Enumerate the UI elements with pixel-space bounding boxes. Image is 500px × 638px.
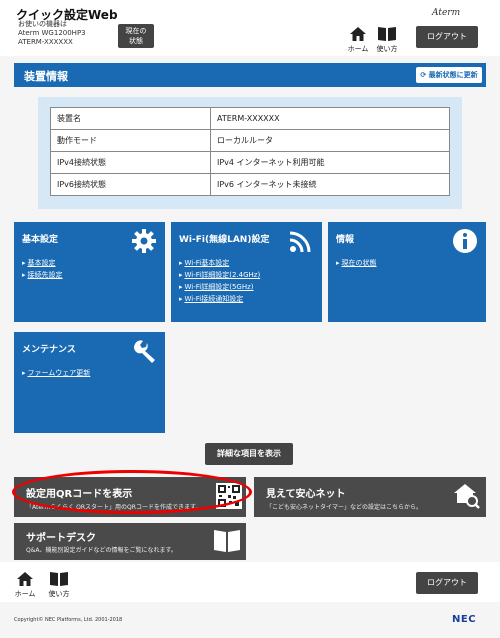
link-firmware-update[interactable]: ファームウェア更新: [22, 367, 91, 379]
link-basic-settings[interactable]: 基本設定: [22, 257, 63, 269]
aterm-logo: Aterm: [432, 8, 461, 18]
device-info-panel: 装置名 ATERM-XXXXXX 動作モード ローカルルータ IPv4接続状態 IPv…: [38, 97, 462, 209]
tile-info: 情報 現在の状態: [328, 222, 486, 322]
tile-title: 基本設定: [22, 235, 59, 245]
link-wifi-24ghz[interactable]: Wi-Fi詳細設定(2.4GHz): [179, 269, 261, 281]
info-key: IPv6接続状態: [50, 173, 211, 196]
refresh-icon: ⟳: [420, 71, 427, 79]
help-label: 使い方: [48, 590, 70, 598]
info-value: IPv4 インターネット利用可能: [210, 151, 450, 174]
book-icon: [214, 530, 240, 552]
info-icon: [453, 229, 477, 253]
table-row: IPv6接続状態 IPv6 インターネット未接続: [50, 173, 450, 196]
table-row: 装置名 ATERM-XXXXXX: [50, 107, 450, 130]
tile-links: 基本設定 接続先設定: [22, 257, 63, 281]
wrench-icon: [133, 340, 155, 363]
tile-links: Wi-Fi基本設定 Wi-Fi詳細設定(2.4GHz) Wi-Fi詳細設定(5G…: [179, 257, 261, 305]
book-icon: [50, 572, 68, 586]
card-desc: 「こども安心ネットタイマー」などの設定はこちらから。: [266, 504, 423, 511]
table-row: IPv4接続状態 IPv4 インターネット利用可能: [50, 151, 450, 174]
tile-wifi-settings: Wi-Fi(無線LAN)設定 Wi-Fi基本設定 Wi-Fi詳細設定(2.4GH…: [171, 222, 322, 322]
card-desc: Q&A、機能別設定ガイドなどの情報をご覧になれます。: [26, 547, 177, 554]
home-label: ホーム: [347, 45, 369, 53]
section-header: 装置情報 ⟳ 最新状態に更新: [14, 63, 486, 87]
home-button[interactable]: ホーム: [345, 27, 371, 54]
copyright: Copyright© NEC Platforms, Ltd. 2001-2018: [14, 617, 123, 623]
link-wifi-basic[interactable]: Wi-Fi基本設定: [179, 257, 260, 269]
tile-basic-settings: 基本設定 基本設定 接続先設定: [14, 222, 165, 322]
tile-title: Wi-Fi(無線LAN)設定: [179, 235, 270, 245]
nec-logo: NEC: [452, 614, 477, 625]
footer-home-button[interactable]: ホーム: [12, 572, 38, 599]
info-key: IPv4接続状態: [50, 151, 211, 174]
highlight-oval: [12, 470, 252, 514]
tile-title: 情報: [336, 235, 355, 245]
book-icon: [378, 27, 396, 41]
tile-links: 現在の状態: [336, 257, 377, 269]
show-detail-items-button[interactable]: 詳細な項目を表示: [205, 443, 293, 465]
wifi-icon: [289, 231, 311, 253]
link-wifi-notify[interactable]: Wi-Fi接続通知設定: [179, 293, 260, 305]
section-title: 装置情報: [24, 70, 68, 83]
link-wifi-5ghz[interactable]: Wi-Fi詳細設定(5GHz): [179, 281, 260, 293]
home-search-icon: [454, 484, 480, 509]
logout-button[interactable]: ログアウト: [416, 26, 478, 48]
card-title: サポートデスク: [26, 533, 96, 544]
info-value: IPv6 インターネット未接続: [210, 173, 450, 196]
gear-icon: [132, 229, 156, 253]
device-info-table: 装置名 ATERM-XXXXXX 動作モード ローカルルータ IPv4接続状態 IPv…: [50, 107, 450, 196]
mieru-anshin-net-card[interactable]: 見えて安心ネット 「こども安心ネットタイマー」などの設定はこちらから。: [254, 477, 486, 517]
footer-nav: ホーム 使い方 ログアウト: [0, 562, 500, 602]
refresh-button[interactable]: ⟳ 最新状態に更新: [416, 67, 482, 83]
table-row: 動作モード ローカルルータ: [50, 129, 450, 152]
link-connection-settings[interactable]: 接続先設定: [22, 269, 63, 281]
help-label: 使い方: [376, 45, 398, 53]
info-key: 動作モード: [50, 129, 211, 152]
device-name: ATERM-XXXXXX: [18, 38, 73, 46]
home-icon: [17, 572, 33, 586]
home-icon: [350, 27, 366, 41]
current-status-button[interactable]: 現在の 状態: [118, 24, 154, 48]
device-model: Aterm WG1200HP3: [18, 29, 86, 37]
tile-maintenance: メンテナンス ファームウェア更新: [14, 332, 165, 433]
footer-logout-button[interactable]: ログアウト: [416, 572, 478, 594]
tile-title: メンテナンス: [22, 345, 76, 355]
info-key: 装置名: [50, 107, 211, 130]
help-button[interactable]: 使い方: [374, 27, 400, 54]
tile-links: ファームウェア更新: [22, 367, 91, 379]
link-current-status[interactable]: 現在の状態: [336, 257, 377, 269]
home-label: ホーム: [14, 590, 36, 598]
refresh-label: 最新状態に更新: [428, 71, 478, 79]
support-desk-card[interactable]: サポートデスク Q&A、機能別設定ガイドなどの情報をご覧になれます。: [14, 523, 246, 560]
info-value: ATERM-XXXXXX: [210, 107, 450, 130]
info-value: ローカルルータ: [210, 129, 450, 152]
device-caption: お使いの機器は: [18, 20, 67, 28]
header: クイック設定Web お使いの機器は Aterm WG1200HP3 ATERM-…: [0, 0, 500, 56]
card-title: 見えて安心ネット: [266, 489, 346, 500]
footer-help-button[interactable]: 使い方: [46, 572, 72, 599]
